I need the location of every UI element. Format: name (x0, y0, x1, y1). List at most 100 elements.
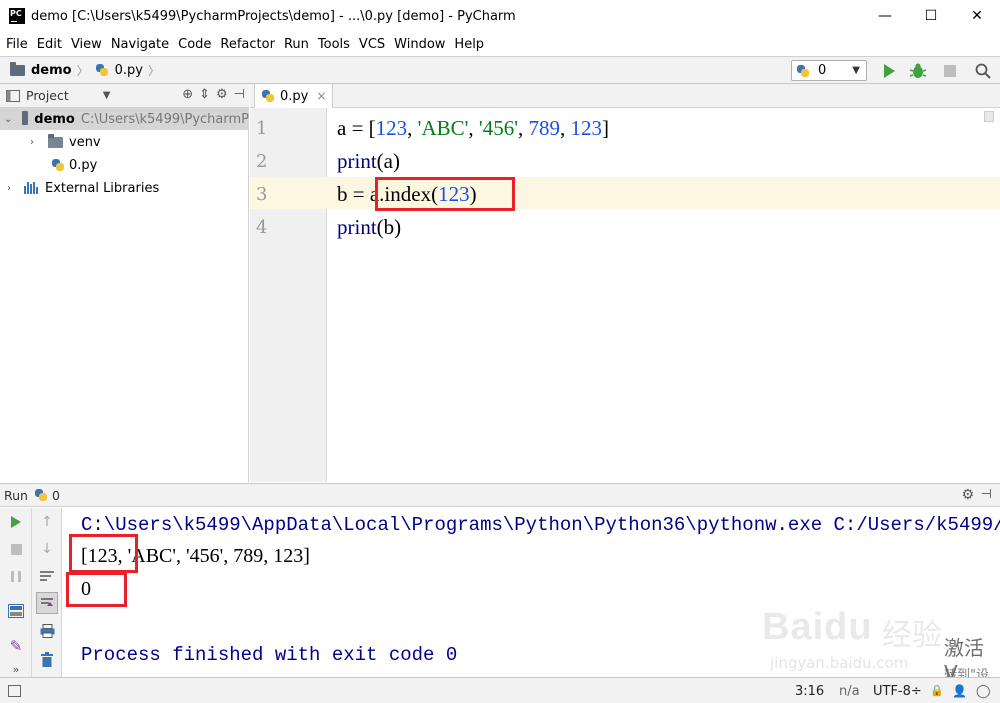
restore-layout-button[interactable] (5, 600, 27, 622)
menu-refactor[interactable]: Refactor (217, 37, 278, 52)
bug-icon (909, 63, 927, 78)
console-process-finished: Process finished with exit code 0 (81, 644, 458, 666)
tab-0-py[interactable]: 0.py × (254, 84, 334, 108)
project-panel-title[interactable]: Project (26, 88, 69, 103)
lock-icon[interactable]: 🔒 (930, 684, 944, 697)
hide-panel-icon[interactable]: ⊣ (981, 487, 992, 502)
menu-navigate[interactable]: Navigate (108, 37, 172, 52)
tree-item-external-libraries[interactable]: › External Libraries (0, 177, 159, 199)
window-controls: — ☐ ✕ (862, 0, 1000, 32)
run-console[interactable]: C:\Users\k5499\AppData\Local\Programs\Py… (63, 508, 1000, 677)
chevron-right-icon[interactable]: › (4, 183, 14, 194)
menu-tools[interactable]: Tools (315, 37, 353, 52)
line-number: 1 (256, 118, 268, 139)
print-button[interactable] (36, 620, 58, 642)
code-line-4: print(b) (337, 215, 402, 239)
menu-help[interactable]: Help (451, 37, 487, 52)
python-file-icon (261, 89, 275, 103)
folder-icon (22, 110, 29, 125)
chevron-down-icon[interactable]: ⌄ (4, 114, 12, 125)
menu-run[interactable]: Run (281, 37, 312, 52)
tool-window-toggle-icon[interactable] (8, 685, 21, 697)
soft-wrap-button[interactable] (36, 565, 58, 587)
layout-icon (8, 604, 24, 618)
tree-item-label: 0.py (69, 157, 98, 173)
stop-button[interactable] (5, 538, 27, 560)
play-icon (11, 516, 21, 528)
run-button[interactable] (880, 62, 898, 80)
tree-item-demo[interactable]: ⌄ demo C:\Users\k5499\PycharmP (0, 108, 249, 130)
gear-icon[interactable]: ⚙ (961, 487, 974, 503)
search-everywhere-button[interactable] (974, 62, 992, 80)
tree-item-file[interactable]: 0.py (0, 154, 97, 176)
library-icon (24, 182, 39, 194)
window-title: demo [C:\Users\k5499\PycharmProjects\dem… (31, 8, 516, 24)
line-separator[interactable]: n/a (839, 684, 860, 699)
scroll-end-icon (41, 598, 53, 606)
chevron-right-icon: 〉 (76, 63, 89, 78)
hide-panel-icon[interactable]: ⊣ (234, 87, 245, 102)
code-editor[interactable] (328, 108, 1000, 482)
python-file-icon (95, 63, 109, 77)
close-icon[interactable]: × (316, 89, 326, 103)
search-icon (975, 63, 991, 79)
minimize-button[interactable]: — (862, 0, 908, 32)
line-number: 3 (256, 184, 268, 205)
close-button[interactable]: ✕ (954, 0, 1000, 32)
run-tab-label[interactable]: 0 (52, 488, 60, 503)
project-panel-header: Project ▼ ⊕ ⇕ ⚙ ⊣ (0, 84, 249, 108)
debug-button[interactable] (909, 62, 927, 80)
play-icon (884, 64, 895, 78)
run-panel-header: Run 0 ⚙ ⊣ (0, 483, 1000, 507)
gear-icon[interactable]: ⚙ (216, 87, 228, 102)
clear-all-button[interactable] (36, 648, 58, 670)
pause-icon (11, 570, 21, 582)
scroll-to-end-button[interactable] (36, 592, 58, 614)
run-config-select[interactable]: 0 ▼ (791, 60, 867, 81)
rerun-button[interactable] (5, 511, 27, 533)
line-number: 2 (256, 151, 268, 172)
tree-item-label: venv (69, 134, 101, 150)
event-log-icon[interactable]: ◯ (976, 684, 991, 699)
chevron-down-icon[interactable]: ▼ (103, 90, 111, 101)
scroll-down-button[interactable]: ↓ (36, 538, 58, 560)
menu-vcs[interactable]: VCS (356, 37, 388, 52)
tree-item-path: C:\Users\k5499\PycharmP (80, 111, 249, 127)
pause-button[interactable] (5, 565, 27, 587)
menu-edit[interactable]: Edit (34, 37, 65, 52)
menu-bar: File Edit View Navigate Code Refactor Ru… (0, 32, 1000, 56)
menu-file[interactable]: File (3, 37, 31, 52)
chevron-right-icon[interactable]: › (27, 137, 37, 148)
breadcrumb-project[interactable]: demo (31, 63, 72, 78)
menu-view[interactable]: View (68, 37, 105, 52)
chevron-right-icon: 〉 (147, 63, 160, 78)
run-toolbar-primary: ✎ » (0, 508, 32, 677)
collapse-all-icon[interactable]: ⇕ (199, 87, 210, 102)
tree-item-venv[interactable]: › venv (0, 131, 101, 153)
locate-file-icon[interactable]: ⊕ (182, 87, 193, 102)
folder-icon (48, 133, 63, 148)
maximize-button[interactable]: ☐ (908, 0, 954, 32)
inspector-icon[interactable]: 👤 (952, 684, 967, 698)
menu-window[interactable]: Window (391, 37, 448, 52)
status-bar: 3:16 n/a UTF-8÷ 🔒 👤 ◯ (0, 677, 1000, 703)
breadcrumb-file[interactable]: 0.py (115, 63, 143, 78)
run-panel-title: Run (4, 487, 28, 503)
stop-icon (10, 543, 22, 555)
menu-code[interactable]: Code (175, 37, 214, 52)
stop-button[interactable] (941, 62, 959, 80)
annotation-box-index-call (375, 177, 515, 211)
print-icon (40, 624, 54, 638)
soft-wrap-icon (40, 571, 54, 581)
line-number: 4 (256, 217, 268, 238)
python-file-icon (51, 158, 65, 172)
file-encoding[interactable]: UTF-8÷ (873, 684, 922, 699)
project-window-icon (6, 89, 20, 102)
pin-icon: ✎ (9, 637, 23, 655)
pin-tab-button[interactable]: ✎ (5, 635, 27, 657)
caret-position[interactable]: 3:16 (795, 684, 824, 699)
project-toolbar: ⊕ ⇕ ⚙ ⊣ (182, 87, 245, 102)
project-tree: ⌄ demo C:\Users\k5499\PycharmP › venv 0.… (0, 108, 249, 482)
annotation-box-index-result (66, 572, 127, 607)
scroll-up-button[interactable]: ↑ (36, 511, 58, 533)
